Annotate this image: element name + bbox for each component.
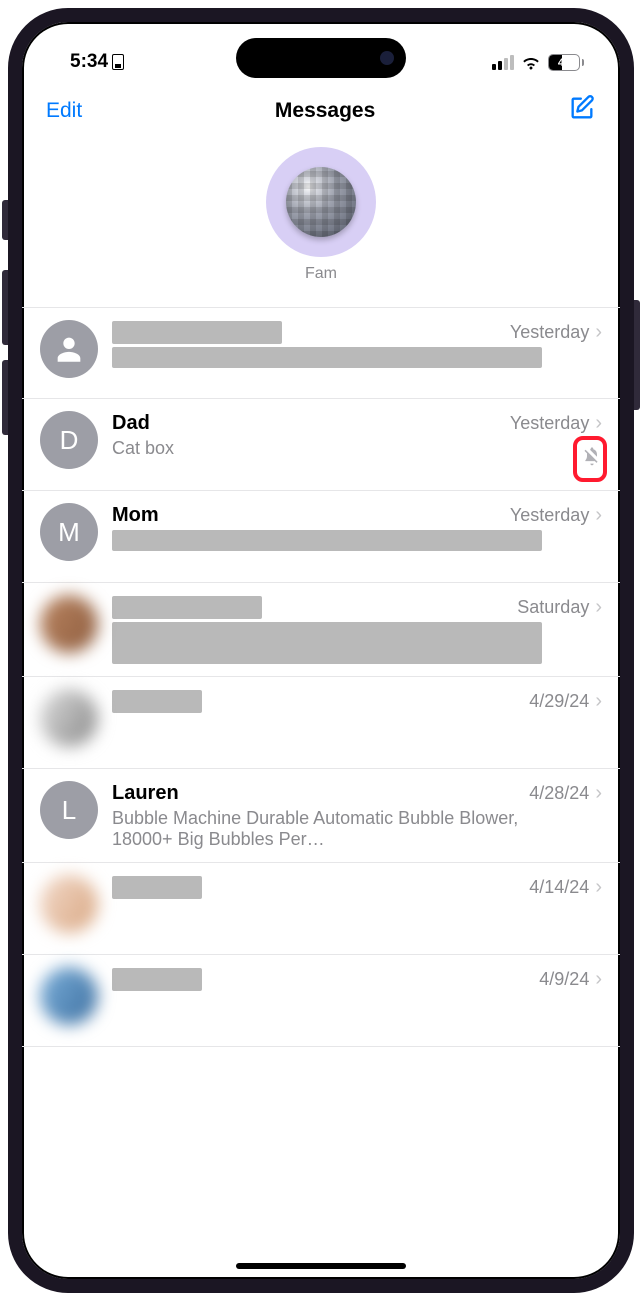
timestamp: 4/28/24 (529, 783, 589, 804)
chevron-right-icon: › (595, 503, 602, 527)
avatar (40, 689, 98, 747)
avatar (40, 967, 98, 1025)
conversation-name: Redacted Name (112, 596, 262, 619)
battery-icon: 42 (548, 54, 584, 71)
conversation-name: Redacted (112, 968, 202, 991)
message-preview: Bubble Machine Durable Automatic Bubble … (112, 808, 542, 850)
timestamp: 4/29/24 (529, 691, 589, 712)
conversation-row[interactable]: Redacted 4/29/24 › (22, 677, 620, 769)
sim-icon (112, 54, 124, 70)
conversation-name: Mom (112, 504, 159, 527)
status-time: 5:34 (70, 51, 108, 73)
conversation-list: Redacted Contact Yesterday › Redacted messa… (22, 307, 620, 1047)
conversation-row[interactable]: Redacted 4/14/24 › (22, 863, 620, 955)
message-preview: Cat box (112, 438, 542, 459)
timestamp: 4/14/24 (529, 877, 589, 898)
avatar (40, 875, 98, 933)
chevron-right-icon: › (595, 967, 602, 991)
conversation-name: Lauren (112, 782, 179, 805)
conversation-name: Redacted (112, 876, 202, 899)
avatar: M (40, 503, 98, 561)
message-preview: Redacted message preview content (112, 530, 542, 551)
conversation-row[interactable]: Redacted 4/9/24 › (22, 955, 620, 1047)
conversation-name: Redacted (112, 690, 202, 713)
page-title: Messages (275, 99, 375, 123)
pinned-area: Fam (22, 137, 620, 307)
avatar (40, 320, 98, 378)
timestamp: Yesterday (510, 322, 589, 343)
timestamp: Yesterday (510, 505, 589, 526)
home-indicator[interactable] (236, 1263, 406, 1269)
message-preview: Redacted message preview content spannin… (112, 622, 542, 664)
chevron-right-icon: › (595, 595, 602, 619)
wifi-icon (520, 54, 542, 70)
conversation-row[interactable]: M Mom Yesterday › Redacted message preview c… (22, 491, 620, 583)
chevron-right-icon: › (595, 411, 602, 435)
timestamp: Saturday (517, 597, 589, 618)
pinned-avatar (266, 147, 376, 257)
conversation-row[interactable]: Redacted Contact Yesterday › Redacted messa… (22, 307, 620, 399)
conversation-name: Redacted Contact (112, 321, 282, 344)
conversation-name: Dad (112, 412, 150, 435)
avatar (40, 595, 98, 653)
chevron-right-icon: › (595, 689, 602, 713)
muted-bell-icon (582, 447, 602, 472)
chevron-right-icon: › (595, 875, 602, 899)
conversation-row[interactable]: D Dad Yesterday › Cat box (22, 399, 620, 491)
cellular-signal-icon (492, 55, 514, 70)
edit-button[interactable]: Edit (46, 99, 82, 123)
avatar: D (40, 411, 98, 469)
disco-ball-icon (286, 167, 356, 237)
message-preview: Redacted message preview text content (112, 347, 542, 368)
conversation-row[interactable]: Redacted Name Saturday › Redacted message p… (22, 583, 620, 677)
timestamp: 4/9/24 (539, 969, 589, 990)
chevron-right-icon: › (595, 781, 602, 805)
conversation-row[interactable]: L Lauren 4/28/24 › Bubble Machine Durable Au… (22, 769, 620, 863)
notch (236, 38, 406, 78)
pinned-conversation-fam[interactable]: Fam (266, 147, 376, 283)
pinned-name: Fam (305, 265, 337, 283)
avatar: L (40, 781, 98, 839)
phone-screen: 5:34 42 Edit Messages (8, 8, 634, 1293)
chevron-right-icon: › (595, 320, 602, 344)
compose-button[interactable] (568, 94, 596, 127)
timestamp: Yesterday (510, 413, 589, 434)
